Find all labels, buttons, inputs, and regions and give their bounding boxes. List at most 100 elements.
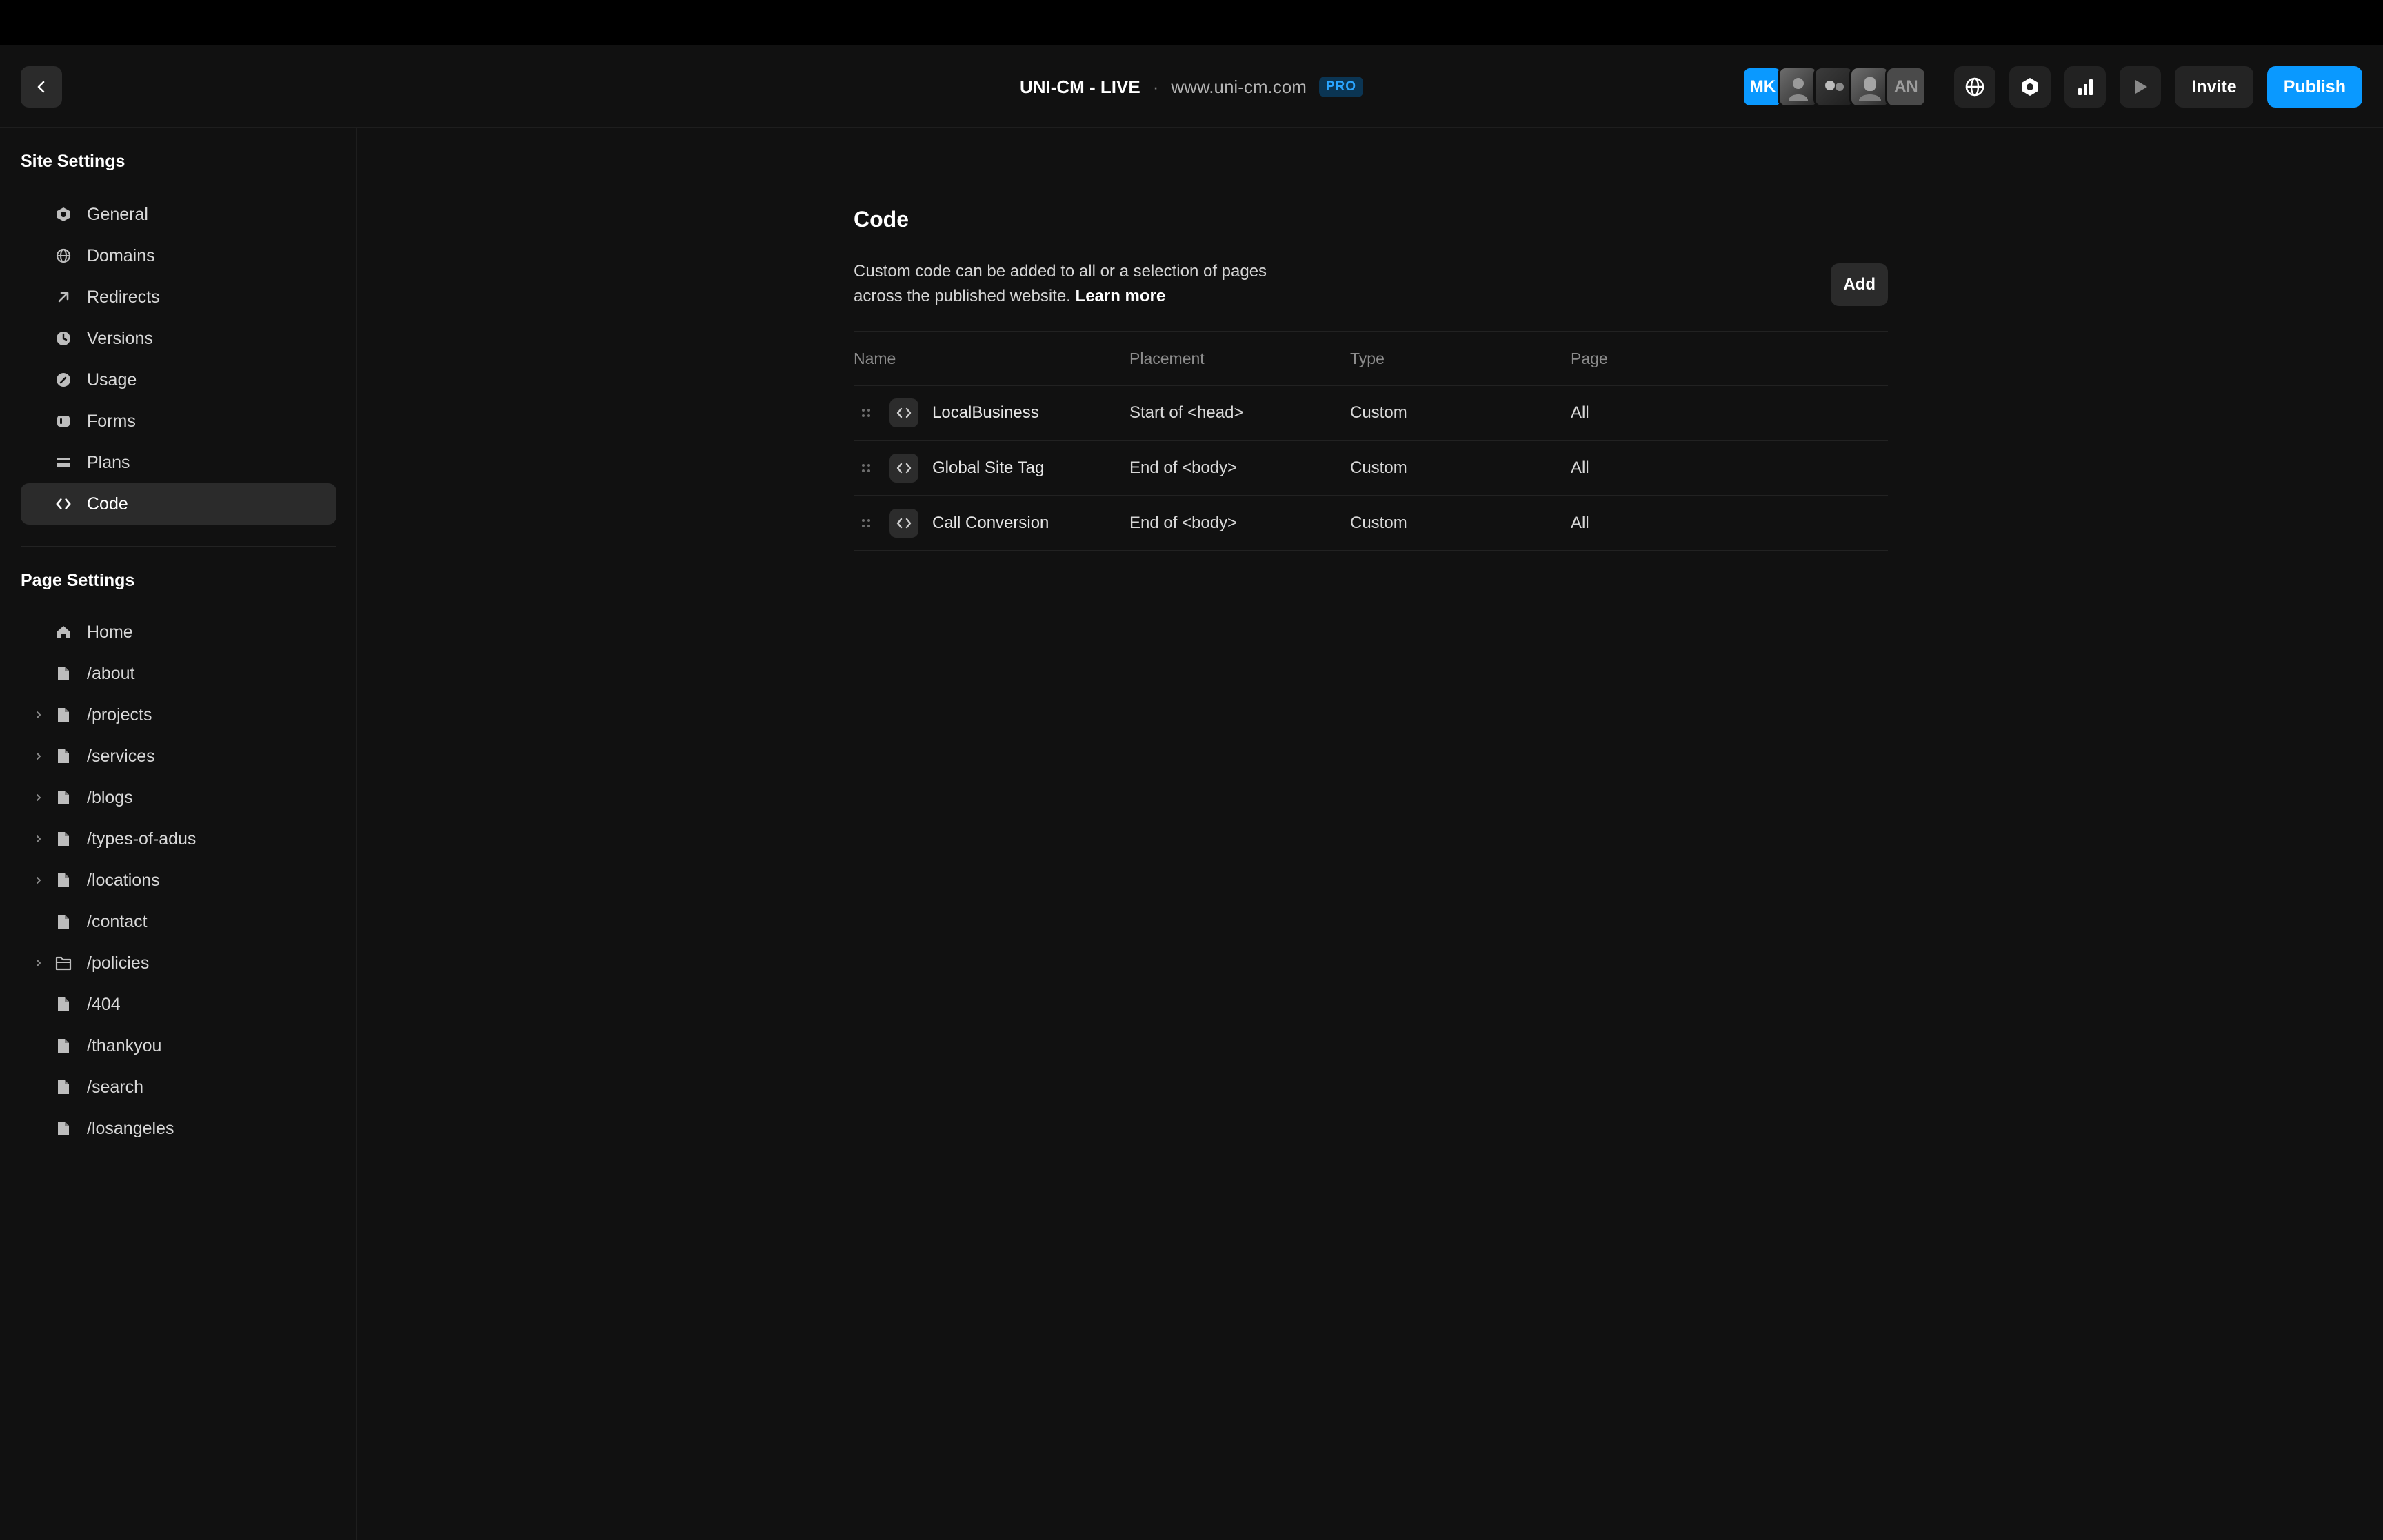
avatar[interactable]: [1778, 66, 1820, 108]
code-settings-panel: Code Custom code can be added to all or …: [854, 207, 1888, 551]
sidebar-item-label: /locations: [87, 870, 160, 890]
sidebar-page-contact[interactable]: /contact: [21, 901, 336, 942]
avatar[interactable]: [1813, 66, 1856, 108]
file-icon: [55, 913, 72, 930]
drag-handle-icon[interactable]: [858, 405, 874, 421]
chevron-right-icon[interactable]: [32, 873, 46, 887]
table-row[interactable]: LocalBusiness Start of <head> Custom All: [854, 386, 1888, 441]
description-text: Custom code can be added to all or a sel…: [854, 262, 1267, 305]
sidebar-item-label: Home: [87, 622, 133, 642]
clock-icon: [55, 330, 72, 347]
code-name: Call Conversion: [932, 514, 1049, 532]
file-icon: [55, 1037, 72, 1054]
file-icon: [55, 831, 72, 847]
sidebar-item-forms[interactable]: Forms: [21, 401, 336, 442]
sidebar-item-label: /404: [87, 994, 121, 1014]
code-type: Custom: [1350, 514, 1407, 532]
drag-handle-icon[interactable]: [858, 515, 874, 531]
sidebar-page-projects[interactable]: /projects: [21, 694, 336, 736]
code-name: LocalBusiness: [932, 403, 1039, 422]
column-header-page: Page: [1571, 349, 1608, 367]
column-header-name: Name: [854, 349, 896, 367]
table-row[interactable]: Global Site Tag End of <body> Custom All: [854, 441, 1888, 496]
sidebar-page-losangeles[interactable]: /losangeles: [21, 1108, 336, 1149]
sidebar-item-general[interactable]: General: [21, 194, 336, 235]
gear-icon: [2022, 78, 2038, 96]
user-photo-icon: [1789, 78, 1809, 101]
title-separator: ·: [1152, 76, 1159, 97]
sidebar-item-label: Forms: [87, 411, 136, 431]
sidebar-item-versions[interactable]: Versions: [21, 318, 336, 359]
sidebar-item-label: Plans: [87, 452, 130, 472]
code-placement: End of <body>: [1129, 458, 1238, 477]
code-icon: [889, 454, 918, 483]
sidebar-item-redirects[interactable]: Redirects: [21, 276, 336, 318]
sidebar-item-label: Versions: [87, 328, 153, 348]
code-name: Global Site Tag: [932, 458, 1045, 477]
sidebar-item-label: /projects: [87, 705, 152, 725]
column-header-type: Type: [1350, 349, 1385, 367]
code-placement: End of <body>: [1129, 514, 1238, 532]
globe-icon: [55, 247, 72, 264]
file-icon: [55, 872, 72, 889]
sidebar-page-locations[interactable]: /locations: [21, 860, 336, 901]
settings-sidebar: Site Settings General Domains Redirects …: [0, 128, 357, 1540]
chevron-right-icon[interactable]: [32, 791, 46, 804]
sidebar-page-about[interactable]: /about: [21, 653, 336, 694]
sidebar-page-services[interactable]: /services: [21, 736, 336, 777]
code-icon: [889, 398, 918, 427]
file-icon: [55, 789, 72, 806]
publish-button[interactable]: Publish: [2266, 66, 2362, 108]
sidebar-page-search[interactable]: /search: [21, 1066, 336, 1108]
sidebar-page-404[interactable]: /404: [21, 984, 336, 1025]
preview-button[interactable]: [2120, 66, 2162, 108]
sidebar-item-label: /blogs: [87, 787, 133, 807]
file-icon: [55, 996, 72, 1013]
code-type: Custom: [1350, 458, 1407, 477]
sidebar-page-thankyou[interactable]: /thankyou: [21, 1025, 336, 1066]
code-page: All: [1571, 458, 1589, 477]
avatar[interactable]: [1849, 66, 1891, 108]
chevron-right-icon[interactable]: [32, 749, 46, 763]
code-page: All: [1571, 514, 1589, 532]
sidebar-item-code[interactable]: Code: [21, 483, 336, 525]
sidebar-item-label: /services: [87, 746, 155, 766]
sidebar-page-policies[interactable]: /policies: [21, 942, 336, 984]
domain-globe-button[interactable]: [1954, 66, 1996, 108]
sidebar-item-domains[interactable]: Domains: [21, 235, 336, 276]
sidebar-item-label: /thankyou: [87, 1035, 162, 1055]
user-photo-icon: [1825, 81, 1844, 91]
settings-button[interactable]: [2009, 66, 2051, 108]
file-icon: [55, 1079, 72, 1095]
code-description: Custom code can be added to all or a sel…: [854, 259, 1295, 309]
site-name: UNI-CM - LIVE: [1019, 76, 1140, 97]
add-code-button[interactable]: Add: [1831, 263, 1888, 306]
sidebar-page-home[interactable]: Home: [21, 611, 336, 653]
column-header-placement: Placement: [1129, 349, 1205, 367]
sidebar-item-label: /policies: [87, 953, 150, 973]
invite-button[interactable]: Invite: [2175, 66, 2253, 108]
sidebar-item-label: Code: [87, 494, 128, 514]
drag-handle-icon[interactable]: [858, 460, 874, 476]
folder-icon: [55, 955, 72, 971]
table-header: Name Placement Type Page: [854, 332, 1888, 386]
table-row[interactable]: Call Conversion End of <body> Custom All: [854, 496, 1888, 551]
site-url[interactable]: www.uni-cm.com: [1171, 77, 1306, 98]
file-icon: [55, 1120, 72, 1137]
avatar[interactable]: MK: [1742, 66, 1784, 108]
avatar[interactable]: AN: [1885, 66, 1927, 108]
learn-more-link[interactable]: Learn more: [1076, 287, 1166, 305]
chevron-right-icon[interactable]: [32, 708, 46, 722]
globe-icon: [1966, 77, 1984, 97]
collaborator-avatars: MK AN: [1742, 66, 1927, 108]
sidebar-page-types-of-adus[interactable]: /types-of-adus: [21, 818, 336, 860]
sidebar-item-plans[interactable]: Plans: [21, 442, 336, 483]
sidebar-page-blogs[interactable]: /blogs: [21, 777, 336, 818]
chevron-right-icon[interactable]: [32, 832, 46, 846]
sidebar-item-usage[interactable]: Usage: [21, 359, 336, 401]
analytics-button[interactable]: [2064, 66, 2107, 108]
chevron-right-icon[interactable]: [32, 956, 46, 970]
sidebar-item-label: Domains: [87, 245, 155, 265]
code-type: Custom: [1350, 403, 1407, 422]
file-icon: [55, 707, 72, 723]
